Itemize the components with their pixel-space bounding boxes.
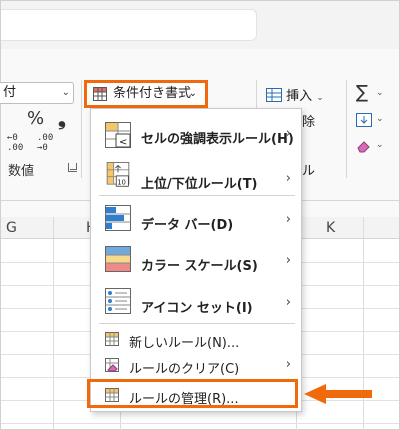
dialog-launcher-icon[interactable] xyxy=(68,163,77,172)
conditional-formatting-menu: < セルの強調表示ルール(H) › 10 上位/下位ルール(T) › データ バ xyxy=(90,108,302,412)
highlight-cells-rules-icon: < xyxy=(105,122,131,148)
ribbon-divider xyxy=(81,80,82,178)
new-rule-icon xyxy=(105,332,119,346)
decimal-buttons: ←0.00 .00 →0 xyxy=(7,133,67,159)
conditional-formatting-button[interactable]: 条件付き書式 ⌄ xyxy=(84,80,208,108)
menu-item-label: データ バー(D) xyxy=(141,218,234,233)
gridline xyxy=(1,423,399,424)
highlight-box xyxy=(87,379,298,408)
conditional-formatting-label: 条件付き書式 xyxy=(113,86,192,101)
search-box[interactable] xyxy=(1,9,257,41)
comma-style-button[interactable]: ❟ xyxy=(58,106,66,130)
chevron-down-icon: ⌄ xyxy=(376,88,384,98)
number-format-dropdown[interactable]: 付 ⌄ xyxy=(0,82,74,104)
ribbon-divider xyxy=(346,80,347,178)
clear-rules-icon xyxy=(105,358,119,372)
color-scales-icon xyxy=(105,246,131,272)
menu-item-label: セルの強調表示ルール(H) xyxy=(141,132,294,147)
fill-button[interactable] xyxy=(356,112,372,131)
column-header-g[interactable]: G xyxy=(6,217,17,239)
menu-item-label: 上位/下位ルール(T) xyxy=(141,177,258,192)
menu-item-label: アイコン セット(I) xyxy=(141,301,253,316)
gridline xyxy=(53,217,54,430)
increase-decimal-icon[interactable]: ←0.00 xyxy=(7,133,23,153)
chevron-right-icon: › xyxy=(285,212,291,227)
menu-item-highlight-cells-rules[interactable]: < セルの強調表示ルール(H) › xyxy=(91,115,301,157)
chevron-right-icon: › xyxy=(285,253,291,268)
insert-button[interactable]: 挿入 ⌄ xyxy=(266,85,324,104)
title-bar xyxy=(1,1,399,49)
chevron-down-icon: ⌄ xyxy=(316,93,324,103)
menu-separator xyxy=(99,323,295,324)
delete-label[interactable]: 除 xyxy=(302,111,315,130)
arrow-left-icon xyxy=(304,384,372,404)
menu-item-label: ルールのクリア(C) xyxy=(129,362,240,377)
insert-label: 挿入 xyxy=(286,89,313,104)
chevron-down-icon: ⌄ xyxy=(376,140,384,150)
menu-item-data-bars[interactable]: データ バー(D) › xyxy=(91,198,301,238)
top-bottom-rules-icon: 10 xyxy=(106,162,130,187)
chevron-down-icon: ⌄ xyxy=(188,88,197,99)
svg-text:<: < xyxy=(119,137,127,148)
percent-style-button[interactable]: % xyxy=(27,108,44,129)
chevron-right-icon: › xyxy=(285,295,291,310)
chevron-right-icon: › xyxy=(285,171,291,186)
menu-item-color-scales[interactable]: カラー スケール(S) › xyxy=(91,239,301,279)
menu-item-label: 新しいルール(N)... xyxy=(129,336,240,351)
decrease-decimal-icon[interactable]: .00 →0 xyxy=(37,133,53,153)
menu-item-new-rule[interactable]: 新しいルール(N)... xyxy=(91,327,301,351)
data-bars-icon xyxy=(105,205,131,231)
column-header-k[interactable]: K xyxy=(326,217,335,239)
number-format-value: 付 xyxy=(3,85,17,100)
clear-button[interactable] xyxy=(356,138,372,157)
format-label[interactable]: ル xyxy=(302,160,315,179)
menu-item-clear-rules[interactable]: ルールのクリア(C) › xyxy=(91,354,301,378)
fill-down-icon xyxy=(356,113,372,127)
number-group-label: 数値 xyxy=(8,164,35,179)
icon-sets-icon xyxy=(105,288,131,314)
eraser-icon xyxy=(357,141,370,153)
insert-cells-icon xyxy=(266,88,282,102)
chevron-right-icon: › xyxy=(285,126,291,141)
chevron-down-icon: ⌄ xyxy=(61,87,70,98)
autosum-button[interactable]: ∑ xyxy=(356,82,368,103)
svg-text:10: 10 xyxy=(117,179,126,187)
menu-separator xyxy=(99,195,295,196)
menu-item-icon-sets[interactable]: アイコン セット(I) › xyxy=(91,281,301,321)
chevron-down-icon: ⌄ xyxy=(376,114,384,124)
conditional-formatting-icon xyxy=(93,87,107,109)
menu-item-top-bottom-rules[interactable]: 10 上位/下位ルール(T) › xyxy=(91,157,301,197)
chevron-right-icon: › xyxy=(285,357,291,372)
menu-item-label: カラー スケール(S) xyxy=(141,259,258,274)
